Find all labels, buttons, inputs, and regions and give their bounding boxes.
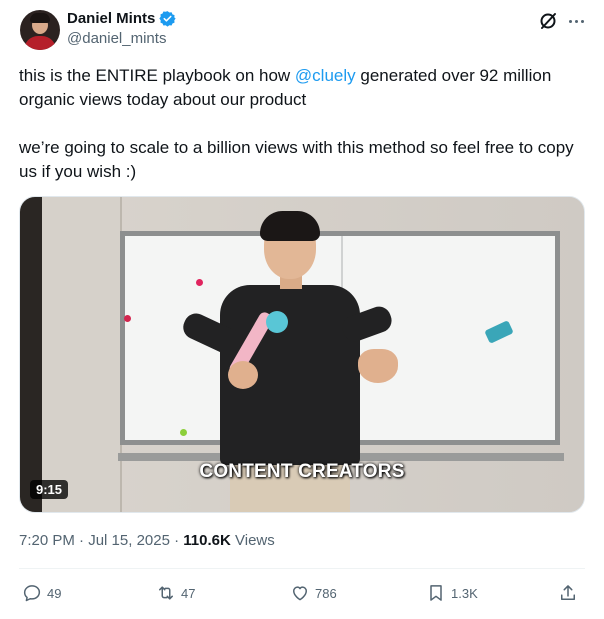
tweet-text-segment: this is the ENTIRE playbook on how bbox=[19, 66, 295, 85]
grok-icon[interactable] bbox=[538, 11, 558, 31]
action-bar: 49 47 786 1.3K bbox=[22, 580, 582, 606]
video-caption-overlay: CONTENT CREATORS bbox=[199, 461, 405, 482]
tweet-date[interactable]: Jul 15, 2025 bbox=[88, 532, 170, 549]
video-player[interactable]: CONTENT CREATORS 9:15 bbox=[19, 196, 585, 513]
share-button[interactable] bbox=[558, 580, 578, 606]
video-duration-badge: 9:15 bbox=[30, 480, 69, 499]
repost-icon bbox=[159, 586, 173, 600]
more-icon[interactable] bbox=[565, 12, 587, 30]
like-count: 786 bbox=[315, 585, 337, 601]
reply-count: 49 bbox=[47, 585, 62, 601]
divider bbox=[19, 568, 585, 569]
views-count: 110.6K bbox=[183, 532, 231, 549]
repost-count: 47 bbox=[181, 585, 196, 601]
heart-icon bbox=[293, 586, 307, 601]
avatar[interactable] bbox=[20, 10, 60, 50]
tweet-paragraph-1: this is the ENTIRE playbook on how @clue… bbox=[19, 64, 579, 112]
repost-button[interactable]: 47 bbox=[156, 580, 195, 606]
bookmark-count: 1.3K bbox=[451, 585, 478, 601]
author-handle[interactable]: @daniel_mints bbox=[67, 30, 166, 47]
tweet-time[interactable]: 7:20 PM bbox=[19, 532, 75, 549]
views-label: Views bbox=[235, 532, 275, 549]
tweet-text: this is the ENTIRE playbook on how @clue… bbox=[19, 64, 579, 184]
like-button[interactable]: 786 bbox=[290, 580, 337, 606]
verified-badge-icon bbox=[159, 11, 176, 27]
author-name-row: Daniel Mints bbox=[67, 10, 176, 27]
author-display-name[interactable]: Daniel Mints bbox=[67, 10, 155, 27]
reply-icon bbox=[23, 585, 41, 602]
tweet-paragraph-2: we’re going to scale to a billion views … bbox=[19, 138, 574, 181]
mention-link[interactable]: @cluely bbox=[295, 66, 356, 85]
tweet-meta: 7:20 PM · Jul 15, 2025 · 110.6K Views bbox=[19, 532, 275, 549]
bookmark-icon bbox=[430, 585, 442, 601]
share-icon bbox=[561, 585, 575, 600]
reply-button[interactable]: 49 bbox=[22, 580, 61, 606]
bookmark-button[interactable]: 1.3K bbox=[426, 580, 478, 606]
